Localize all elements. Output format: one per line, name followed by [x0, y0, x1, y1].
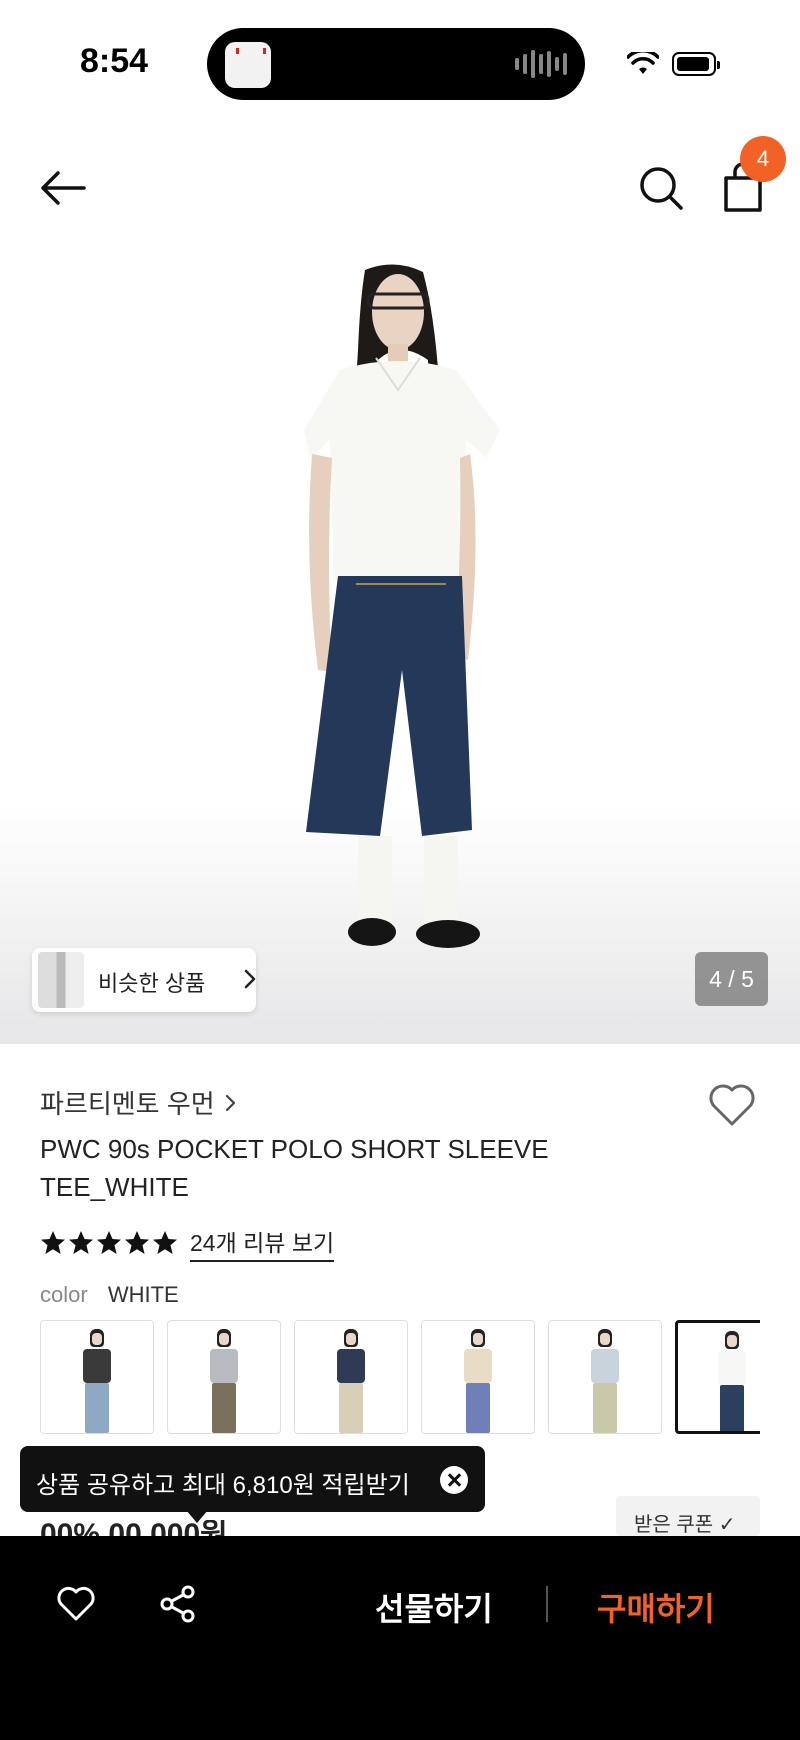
swatch-model-image [458, 1329, 498, 1433]
wishlist-heart-icon[interactable] [706, 1080, 758, 1128]
swatch-model-image [712, 1331, 752, 1431]
wifi-icon [627, 52, 659, 74]
bottom-heart-icon[interactable] [56, 1584, 96, 1622]
dynamic-island [207, 28, 585, 100]
similar-products-button[interactable]: 비슷한 상품 [32, 948, 256, 1012]
bottom-bar-divider [546, 1586, 548, 1622]
color-swatch[interactable] [421, 1320, 535, 1434]
star-icon [125, 1231, 149, 1254]
color-swatch[interactable] [548, 1320, 662, 1434]
brand-name: 파르티멘토 우먼 [40, 1089, 215, 1119]
color-swatch[interactable] [40, 1320, 154, 1434]
bottom-action-bar: 선물하기 구매하기 [0, 1536, 800, 1740]
reviews-link[interactable]: 24개 리뷰 보기 [190, 1224, 335, 1262]
product-photo [304, 264, 500, 948]
chevron-right-icon [225, 1094, 235, 1111]
rating-stars [40, 1230, 178, 1256]
tooltip-text: 상품 공유하고 최대 6,810원 적립받기 [36, 1472, 410, 1499]
swatch-model-image [585, 1329, 625, 1433]
swatch-model-image [77, 1329, 117, 1433]
audio-wave-icon [515, 50, 567, 78]
brand-link[interactable]: 파르티멘토 우먼 [40, 1084, 237, 1121]
similar-products-label: 비슷한 상품 [98, 971, 206, 996]
product-title: PWC 90s POCKET POLO SHORT SLEEVE TEE_WHI… [40, 1134, 549, 1202]
search-icon[interactable] [636, 160, 686, 216]
swatch-model-image [331, 1329, 371, 1433]
product-image-gallery[interactable]: 비슷한 상품 4 / 5 [0, 240, 800, 1044]
color-swatch[interactable] [167, 1320, 281, 1434]
close-icon[interactable] [440, 1466, 468, 1494]
cart-count-badge: 4 [740, 136, 786, 182]
color-value: WHITE [107, 1282, 179, 1307]
share-icon[interactable] [158, 1584, 198, 1624]
buy-button[interactable]: 구매하기 [597, 1584, 715, 1630]
swatch-model-image [204, 1329, 244, 1433]
color-label: color [40, 1282, 88, 1307]
chevron-right-icon [244, 969, 256, 989]
gift-button[interactable]: 선물하기 [375, 1584, 493, 1630]
top-nav [0, 130, 800, 240]
similar-products-thumbnail [38, 952, 84, 1008]
star-icon [153, 1231, 177, 1254]
back-arrow-icon[interactable] [36, 160, 92, 216]
live-activity-app-icon [225, 42, 271, 88]
received-coupon-button[interactable]: 받은 쿠폰 ✓ [616, 1496, 760, 1536]
star-icon [41, 1231, 65, 1254]
color-option-row: color WHITE [40, 1282, 179, 1308]
image-counter: 4 / 5 [695, 952, 768, 1006]
tooltip-tail [186, 1510, 208, 1523]
battery-icon [672, 52, 720, 76]
status-bar: 8:54 [0, 0, 800, 120]
color-swatch[interactable] [294, 1320, 408, 1434]
status-time: 8:54 [80, 42, 149, 80]
color-swatch-list [40, 1320, 760, 1436]
color-swatch[interactable] [675, 1320, 760, 1434]
star-icon [69, 1231, 93, 1254]
share-reward-tooltip: 상품 공유하고 최대 6,810원 적립받기 [20, 1446, 485, 1523]
star-icon [97, 1231, 121, 1254]
rating-row: 24개 리뷰 보기 [40, 1224, 335, 1262]
